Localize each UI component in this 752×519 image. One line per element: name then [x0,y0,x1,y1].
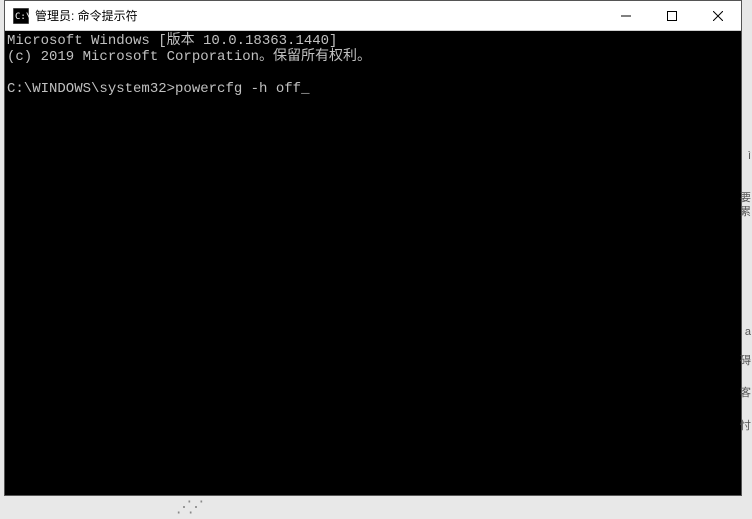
window-title: 管理员: 命令提示符 [35,7,138,24]
terminal-cursor: _ [301,81,309,97]
cmd-icon: C:\ [13,8,29,24]
svg-text:C:\: C:\ [15,12,29,22]
maximize-button[interactable] [649,1,695,30]
terminal-area[interactable]: Microsoft Windows [版本 10.0.18363.1440] (… [5,31,741,495]
terminal-prompt: C:\WINDOWS\system32> [7,81,175,97]
background-fragments: ì 要 累 a 碍 客 忖 [742,0,752,519]
terminal-command: powercfg -h off [175,81,301,97]
window-controls [603,1,741,30]
titlebar[interactable]: C:\ 管理员: 命令提示符 [5,1,741,31]
cmd-window: C:\ 管理员: 命令提示符 Microsoft Windows [版本 10.… [4,0,742,496]
terminal-prompt-line: C:\WINDOWS\system32>powercfg -h off_ [7,81,309,97]
minimize-button[interactable] [603,1,649,30]
resize-grip-icon: ⋰⋰ [176,497,200,517]
terminal-line-version: Microsoft Windows [版本 10.0.18363.1440] [7,33,337,49]
close-button[interactable] [695,1,741,30]
terminal-line-copyright: (c) 2019 Microsoft Corporation。保留所有权利。 [7,49,371,65]
